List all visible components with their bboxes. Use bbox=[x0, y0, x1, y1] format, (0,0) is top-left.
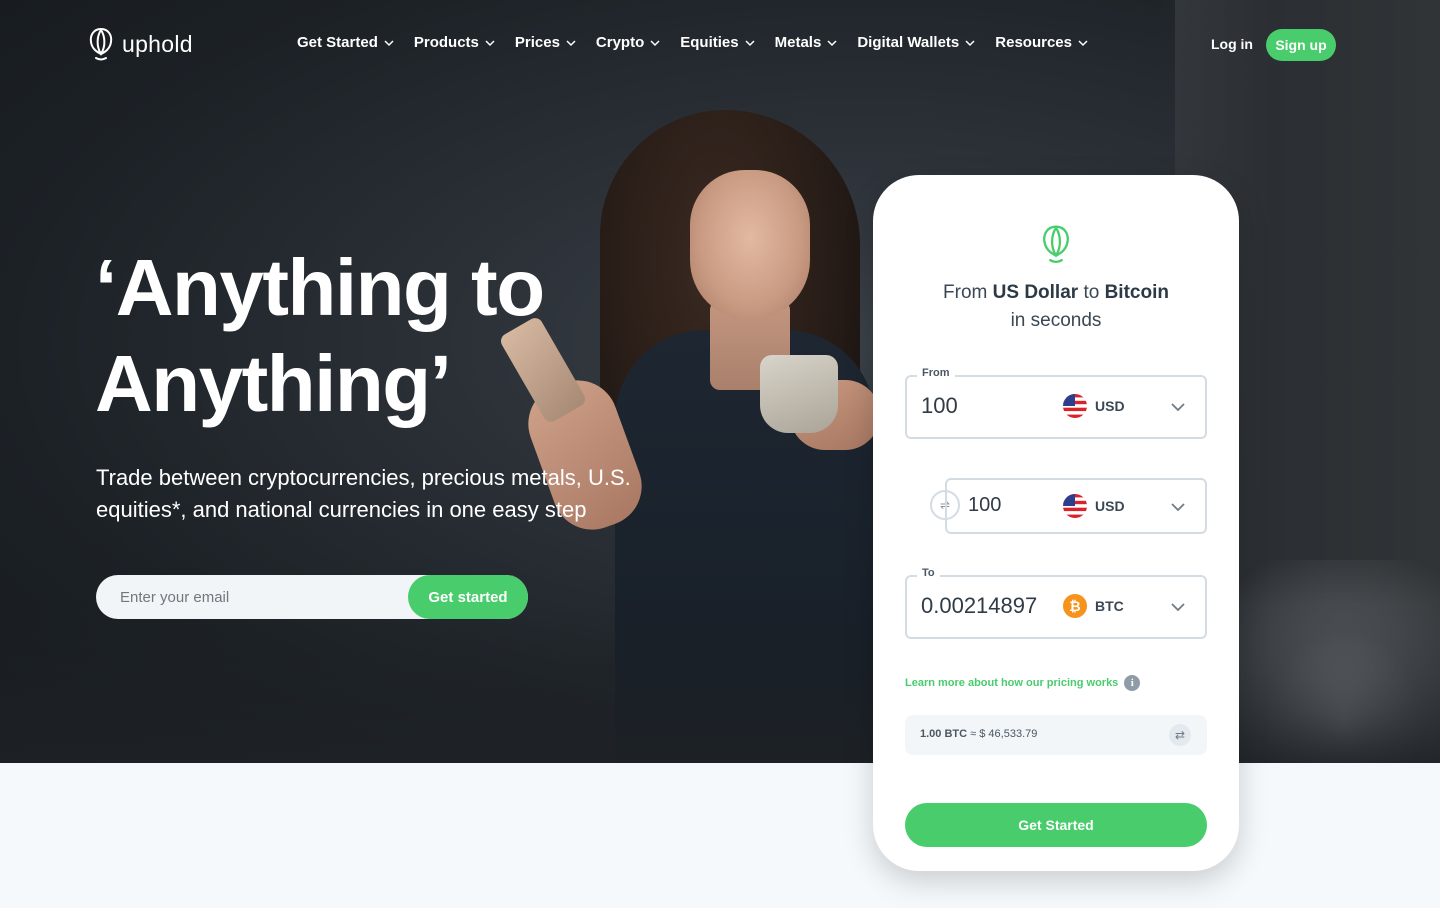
menu-item-prices[interactable]: Prices bbox=[515, 34, 576, 51]
chevron-down-icon[interactable] bbox=[1171, 503, 1185, 511]
email-input[interactable] bbox=[96, 575, 416, 619]
top-nav: uphold Get Started Products Prices Crypt… bbox=[0, 0, 1440, 90]
exchange-rate-text: 1.00 BTC ≈ $ 46,533.79 bbox=[920, 728, 1037, 740]
from-amount[interactable]: 100 bbox=[921, 393, 958, 419]
widget-title-to: Bitcoin bbox=[1104, 282, 1169, 303]
hero-headline: ‘Anything to Anything’ bbox=[95, 240, 545, 432]
widget-title-suffix: in seconds bbox=[1010, 310, 1102, 331]
us-flag-icon bbox=[1063, 494, 1087, 518]
chevron-down-icon[interactable] bbox=[1171, 603, 1185, 611]
menu-item-resources[interactable]: Resources bbox=[995, 34, 1088, 51]
email-signup-form: Get started bbox=[96, 575, 528, 619]
chevron-down-icon bbox=[485, 39, 495, 46]
chevron-down-icon bbox=[745, 39, 755, 46]
to-field[interactable]: To 0.00214897 ₿ BTC bbox=[905, 567, 1207, 639]
chevron-down-icon bbox=[384, 39, 394, 46]
middle-currency-select[interactable]: USD bbox=[1063, 494, 1125, 518]
menu-item-label: Get Started bbox=[297, 34, 378, 51]
chevron-down-icon bbox=[1078, 39, 1088, 46]
swap-rate-icon[interactable]: ⇄ bbox=[1169, 724, 1191, 746]
uphold-logo-icon bbox=[89, 27, 113, 61]
rate-approx: ≈ bbox=[970, 728, 977, 740]
hero-headline-line-1: ‘Anything to bbox=[95, 243, 545, 332]
menu-item-label: Digital Wallets bbox=[857, 34, 960, 51]
menu-item-label: Metals bbox=[774, 34, 822, 51]
chevron-down-icon[interactable] bbox=[1171, 403, 1185, 411]
chevron-down-icon bbox=[566, 39, 576, 46]
woman-face bbox=[690, 170, 810, 320]
cup-image bbox=[760, 355, 838, 433]
middle-amount[interactable]: 100 bbox=[968, 494, 1001, 517]
from-label: From bbox=[917, 367, 955, 379]
main-menu: Get Started Products Prices Crypto Equit… bbox=[297, 34, 1108, 51]
menu-item-get-started[interactable]: Get Started bbox=[297, 34, 394, 51]
widget-title-from: US Dollar bbox=[992, 282, 1079, 303]
bitcoin-icon: ₿ bbox=[1063, 594, 1087, 618]
menu-item-metals[interactable]: Metals bbox=[775, 34, 838, 51]
widget-title: From US Dollar to Bitcoin in seconds bbox=[873, 279, 1239, 335]
from-field[interactable]: From 100 USD bbox=[905, 367, 1207, 439]
from-currency-select[interactable]: USD bbox=[1063, 394, 1125, 418]
logo-text: uphold bbox=[122, 30, 193, 57]
menu-item-crypto[interactable]: Crypto bbox=[596, 34, 660, 51]
menu-item-digital-wallets[interactable]: Digital Wallets bbox=[857, 34, 975, 51]
menu-item-label: Resources bbox=[995, 34, 1072, 51]
rate-left: 1.00 BTC bbox=[920, 728, 968, 740]
menu-item-label: Crypto bbox=[595, 34, 645, 51]
get-started-button[interactable]: Get started bbox=[408, 575, 528, 619]
hero-headline-line-2: Anything’ bbox=[95, 339, 452, 428]
middle-field[interactable]: 100 USD bbox=[945, 478, 1207, 534]
exchange-rate-box: 1.00 BTC ≈ $ 46,533.79 ⇄ bbox=[905, 715, 1207, 755]
pricing-info-link[interactable]: Learn more about how our pricing works i bbox=[905, 675, 1141, 691]
widget-title-mid: to bbox=[1078, 282, 1105, 303]
us-flag-icon bbox=[1063, 394, 1087, 418]
hero-subline: Trade between cryptocurrencies, precious… bbox=[96, 465, 631, 522]
from-currency-code: USD bbox=[1095, 398, 1125, 414]
to-currency-select[interactable]: ₿ BTC bbox=[1063, 594, 1124, 618]
chevron-down-icon bbox=[965, 39, 975, 46]
uphold-logo-icon bbox=[1043, 225, 1069, 264]
conversion-widget: From US Dollar to Bitcoin in seconds Fro… bbox=[873, 175, 1239, 871]
chevron-down-icon bbox=[650, 39, 660, 46]
login-link[interactable]: Log in bbox=[1211, 36, 1253, 52]
rate-right: $ 46,533.79 bbox=[979, 728, 1038, 740]
uphold-logo[interactable]: uphold bbox=[88, 26, 193, 62]
menu-item-label: Products bbox=[413, 34, 479, 51]
widget-title-prefix: From bbox=[943, 282, 993, 303]
menu-item-label: Equities bbox=[680, 34, 739, 51]
info-icon: i bbox=[1124, 675, 1141, 691]
to-label: To bbox=[917, 567, 940, 579]
signup-button[interactable]: Sign up bbox=[1266, 29, 1336, 61]
pricing-info-text: Learn more about how our pricing works bbox=[905, 677, 1119, 689]
to-currency-code: BTC bbox=[1095, 598, 1124, 614]
menu-item-products[interactable]: Products bbox=[414, 34, 495, 51]
middle-currency-code: USD bbox=[1095, 498, 1125, 514]
to-amount[interactable]: 0.00214897 bbox=[921, 593, 1037, 619]
menu-item-label: Prices bbox=[514, 34, 560, 51]
widget-get-started-button[interactable]: Get Started bbox=[905, 803, 1207, 847]
menu-item-equities[interactable]: Equities bbox=[680, 34, 755, 51]
chevron-down-icon bbox=[827, 39, 837, 46]
